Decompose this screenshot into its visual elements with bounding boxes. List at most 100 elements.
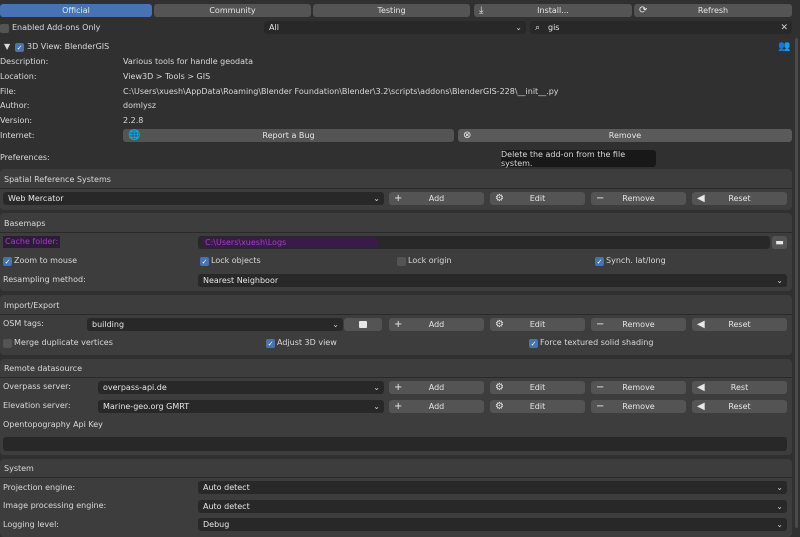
enabled-only-checkbox[interactable] — [0, 24, 9, 33]
elevation-label: Elevation server: — [3, 401, 71, 410]
synch-latlong-checkbox[interactable]: ✓ — [595, 257, 604, 266]
refresh-icon: ⟳ — [639, 5, 648, 16]
overpass-edit-button[interactable]: ⚙ Edit — [490, 381, 585, 394]
minus-icon: − — [596, 193, 605, 204]
info-value: Various tools for handle geodata — [123, 57, 254, 66]
srs-dropdown[interactable]: Web Mercator ⌄ — [3, 192, 384, 205]
gear-icon: ⚙ — [495, 319, 504, 330]
info-value: domlysz — [123, 101, 157, 110]
chevron-down-icon: ⌄ — [373, 194, 380, 203]
overpass-dropdown[interactable]: overpass-api.de ⌄ — [98, 381, 384, 394]
search-input[interactable]: ⌕ gis ✕ — [530, 21, 792, 34]
elevation-remove-button[interactable]: − Remove — [591, 400, 686, 413]
download-icon: ⤓ — [479, 5, 484, 16]
info-value: View3D > Tools > GIS — [123, 72, 211, 81]
lock-objects-checkbox[interactable]: ✓ — [200, 257, 209, 266]
checkbox-label: Synch. lat/long — [606, 256, 666, 265]
remote-header: Remote datasource — [4, 364, 82, 373]
plus-icon: + — [394, 382, 403, 393]
srs-add-button[interactable]: + Add — [389, 192, 484, 205]
info-label: Author: — [0, 101, 30, 110]
api-key-label: Opentopography Api Key — [3, 420, 103, 429]
refresh-button[interactable]: ⟳ Refresh — [634, 4, 792, 17]
checkbox-label: Lock objects — [211, 256, 261, 265]
divider — [0, 377, 792, 378]
overpass-reset-button[interactable]: ◀ Rest — [692, 381, 787, 394]
info-value: 2.2.8 — [123, 116, 144, 125]
category-dropdown[interactable]: All ⌄ — [264, 21, 526, 34]
divider — [0, 314, 792, 315]
chevron-down-icon: ⌄ — [776, 483, 783, 492]
plus-icon: + — [394, 319, 403, 330]
gear-icon: ⚙ — [495, 193, 504, 204]
divider — [0, 477, 792, 478]
osm-reset-button[interactable]: ◀ Reset — [692, 318, 787, 331]
osm-add-button[interactable]: + Add — [389, 318, 484, 331]
user-icon: 👥 — [778, 41, 791, 52]
divider — [0, 232, 792, 233]
reset-icon: ◀ — [697, 319, 705, 330]
chevron-down-icon: ⌄ — [373, 402, 380, 411]
elevation-add-button[interactable]: + Add — [389, 400, 484, 413]
minus-icon: − — [596, 401, 605, 412]
overpass-label: Overpass server: — [3, 382, 71, 391]
gear-icon: ⚙ — [495, 401, 504, 412]
chevron-down-icon: ⌄ — [515, 23, 522, 32]
chevron-down-icon: ⌄ — [373, 383, 380, 392]
tab-community[interactable]: Community — [154, 4, 311, 17]
zoom-to-mouse-checkbox[interactable]: ✓ — [3, 257, 12, 266]
info-label: Version: — [0, 116, 33, 125]
srs-edit-button[interactable]: ⚙ Edit — [490, 192, 585, 205]
osm-remove-button[interactable]: − Remove — [591, 318, 686, 331]
chevron-down-icon: ⌄ — [776, 520, 783, 529]
info-label: File: — [0, 87, 17, 96]
lock-origin-checkbox[interactable] — [397, 257, 406, 266]
logging-dropdown[interactable]: Debug ⌄ — [198, 518, 787, 531]
chevron-down-icon: ⌄ — [776, 276, 783, 285]
osm-tags-label: OSM tags: — [3, 319, 44, 328]
tab-official[interactable]: Official — [0, 4, 152, 17]
elevation-reset-button[interactable]: ◀ Reset — [692, 400, 787, 413]
cache-folder-field[interactable]: C:\Users\xuesh\Logs — [198, 236, 770, 249]
folder-browse-button[interactable]: ▬ — [772, 236, 787, 249]
srs-remove-button[interactable]: − Remove — [591, 192, 686, 205]
checkbox-label: Lock origin — [408, 256, 452, 265]
elevation-edit-button[interactable]: ⚙ Edit — [490, 400, 585, 413]
merge-duplicates-checkbox[interactable] — [3, 339, 12, 348]
overpass-add-button[interactable]: + Add — [389, 381, 484, 394]
checkbox-label: Merge duplicate vertices — [14, 338, 113, 347]
expand-icon[interactable]: ▼ — [4, 42, 10, 51]
osm-tags-info-button[interactable] — [344, 318, 382, 331]
adjust-3d-view-checkbox[interactable]: ✓ — [266, 339, 275, 348]
elevation-dropdown[interactable]: Marine-geo.org GMRT ⌄ — [98, 400, 384, 413]
force-textured-checkbox[interactable]: ✓ — [529, 339, 538, 348]
srs-reset-button[interactable]: ◀ Reset — [692, 192, 787, 205]
report-bug-button[interactable]: 🌐 Report a Bug — [123, 129, 454, 142]
install-button[interactable]: ⤓ Install... — [474, 4, 632, 17]
projection-label: Projection engine: — [3, 483, 76, 492]
checkbox-label: Force textured solid shading — [540, 338, 654, 347]
close-circle-icon: ⊗ — [463, 130, 472, 141]
remove-addon-button[interactable]: ⊗ Remove — [458, 129, 792, 142]
image-engine-dropdown[interactable]: Auto detect ⌄ — [198, 500, 787, 513]
scrollbar[interactable] — [795, 38, 798, 528]
resampling-label: Resampling method: — [3, 275, 86, 284]
tab-testing[interactable]: Testing — [313, 4, 470, 17]
cache-folder-label: Cache folder: — [3, 236, 61, 248]
info-label: Description: — [0, 57, 49, 66]
addon-enabled-checkbox[interactable]: ✓ — [15, 43, 24, 52]
info-label: Location: — [0, 72, 37, 81]
srs-header: Spatial Reference Systems — [4, 175, 111, 184]
basemaps-header: Basemaps — [4, 219, 46, 228]
clear-icon[interactable]: ✕ — [780, 21, 788, 34]
overpass-remove-button[interactable]: − Remove — [591, 381, 686, 394]
resampling-dropdown[interactable]: Nearest Neighboor ⌄ — [198, 274, 787, 287]
tooltip: Delete the add-on from the file system. — [501, 150, 656, 168]
preferences-label: Preferences: — [0, 153, 50, 162]
info-value: C:\Users\xuesh\AppData\Roaming\Blender F… — [123, 87, 559, 96]
api-key-input[interactable] — [3, 437, 787, 451]
osm-edit-button[interactable]: ⚙ Edit — [490, 318, 585, 331]
checkbox-label: Adjust 3D view — [277, 338, 337, 347]
projection-dropdown[interactable]: Auto detect ⌄ — [198, 481, 787, 494]
osm-tags-dropdown[interactable]: building ⌄ — [87, 318, 343, 331]
